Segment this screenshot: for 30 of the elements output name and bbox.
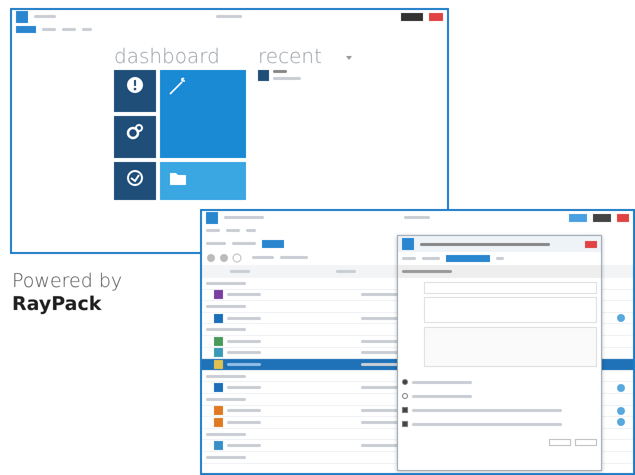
caret-icon — [346, 56, 352, 60]
input-field[interactable] — [424, 297, 597, 323]
dialog-button[interactable] — [575, 439, 597, 446]
product-name: RayPack — [12, 292, 102, 316]
dashboard-tile[interactable] — [114, 162, 156, 200]
help-button[interactable] — [401, 12, 423, 20]
input-field[interactable] — [424, 282, 597, 294]
dropdown[interactable] — [262, 240, 284, 248]
gears-icon — [125, 122, 145, 142]
recent-heading: recent — [258, 46, 322, 66]
radio-button[interactable] — [402, 379, 408, 385]
app-logo-icon — [16, 10, 28, 22]
info-icon — [125, 76, 145, 96]
checkbox[interactable] — [402, 407, 408, 413]
dashboard-tile[interactable] — [114, 116, 156, 158]
close-button[interactable] — [429, 12, 443, 20]
close-button[interactable] — [585, 240, 597, 248]
close-button[interactable] — [617, 214, 629, 222]
dashboard-tile[interactable] — [160, 162, 246, 200]
magic-wand-icon — [168, 76, 188, 96]
dialog-logo-icon — [402, 238, 414, 250]
dashboard-heading: dashboard — [114, 46, 221, 66]
dashboard-tile[interactable] — [160, 70, 246, 158]
app-logo-icon — [206, 212, 218, 224]
caption-text: Powered by — [12, 270, 122, 293]
window-button[interactable] — [593, 214, 611, 222]
dialog-button[interactable] — [549, 439, 571, 446]
radio-button[interactable] — [402, 393, 408, 399]
dashboard-tile[interactable] — [114, 70, 156, 112]
checkbox[interactable] — [402, 421, 408, 427]
